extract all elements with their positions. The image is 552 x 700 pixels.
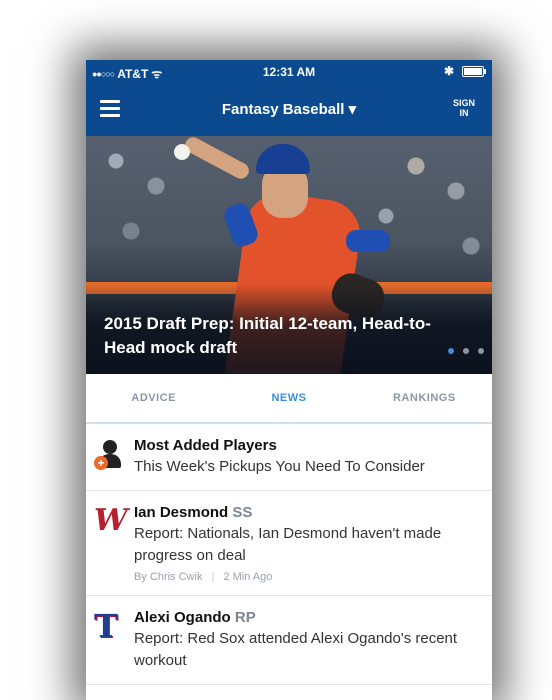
meta-divider: | [211,571,215,583]
carousel-dot[interactable] [478,348,484,354]
player-name: Alexi Ogando [134,609,231,626]
news-feed: + Most Added Players This Week's Pickups… [86,424,492,685]
nav-title-dropdown[interactable]: Fantasy Baseball ▾ [86,100,492,118]
feed-item-text: This Week's Pickups You Need To Consider [134,458,425,475]
author-label: By Chris Cwik [134,571,203,583]
hero-headline[interactable]: 2015 Draft Prep: Initial 12-team, Head-t… [104,312,432,360]
status-right: ✱ [443,64,486,78]
player-position: RP [234,609,256,626]
feed-item-alexi-ogando[interactable]: T Alexi Ogando RP Report: Red Sox attend… [86,596,492,685]
tab-rankings[interactable]: RANKINGS [357,374,492,422]
carousel-dot[interactable] [463,348,469,354]
timestamp-label: 2 Min Ago [223,571,273,583]
person-add-icon: + [94,438,126,470]
rangers-logo-icon: T [94,607,118,645]
feed-item-most-added[interactable]: + Most Added Players This Week's Pickups… [86,424,492,491]
battery-icon [462,65,486,77]
carousel-dot[interactable] [448,348,454,354]
player-name: Ian Desmond [134,504,229,521]
phone-screen: ●●○○○ AT&T ᯤ 12:31 AM ✱ Fantasy Baseball… [86,60,492,700]
pitcher-sleeve-image [346,230,390,252]
bluetooth-icon: ✱ [443,64,454,78]
sign-in-button[interactable]: SIGN IN [450,98,478,118]
feed-item-text: Report: Red Sox attended Alexi Ogando's … [134,630,458,669]
carousel-indicators [448,348,484,354]
hero-carousel[interactable]: 2015 Draft Prep: Initial 12-team, Head-t… [86,136,492,374]
sign-in-label-line2: IN [459,108,469,118]
sign-in-label-line1: SIGN [452,98,475,108]
status-time: 12:31 AM [262,65,316,79]
nationals-logo-icon: W [94,503,128,538]
tab-advice[interactable]: ADVICE [86,374,221,422]
feed-item-meta: By Chris Cwik | 2 Min Ago [134,571,482,583]
status-bar: ●●○○○ AT&T ᯤ 12:31 AM ✱ [86,60,492,84]
feed-item-text: Report: Nationals, Ian Desmond haven't m… [134,525,442,564]
section-tabs: ADVICE NEWS RANKINGS [86,374,492,424]
baseball-image [174,144,190,160]
tab-news[interactable]: NEWS [221,374,356,422]
feed-item-title: Ian Desmond SS [134,503,482,523]
feed-item-ian-desmond[interactable]: W Ian Desmond SS Report: Nationals, Ian … [86,491,492,596]
feed-item-title: Most Added Players [134,437,277,454]
player-position: SS [232,504,253,521]
feed-item-title: Alexi Ogando RP [134,608,482,628]
nav-bar: Fantasy Baseball ▾ SIGN IN [86,84,492,136]
